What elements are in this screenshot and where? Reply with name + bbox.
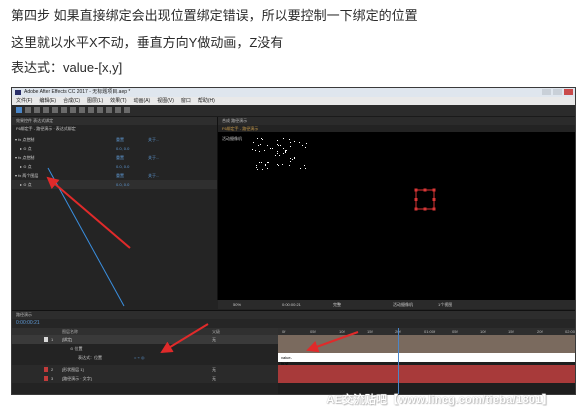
annotation-arrows xyxy=(46,167,359,354)
caption-line-3: 表达式：value-[x,y] xyxy=(11,60,123,75)
red-arrow-to-effect xyxy=(46,176,131,249)
after-effects-screenshot: Adobe After Effects CC 2017 - 无标题项目.aep … xyxy=(11,87,576,395)
caption-line-2: 这里就以水平X不动，垂直方向Y做动画，Z没有 xyxy=(11,35,284,50)
red-arrow-to-pickwhip xyxy=(160,323,209,354)
red-arrow-to-expression xyxy=(306,331,359,353)
watermark: AE交流贴吧【www.lincg.com/tieba/1801】 xyxy=(326,394,553,406)
caption-line-1: 第四步 如果直接绑定会出现位置绑定错误，所以要控制一下绑定的位置 xyxy=(11,8,418,23)
